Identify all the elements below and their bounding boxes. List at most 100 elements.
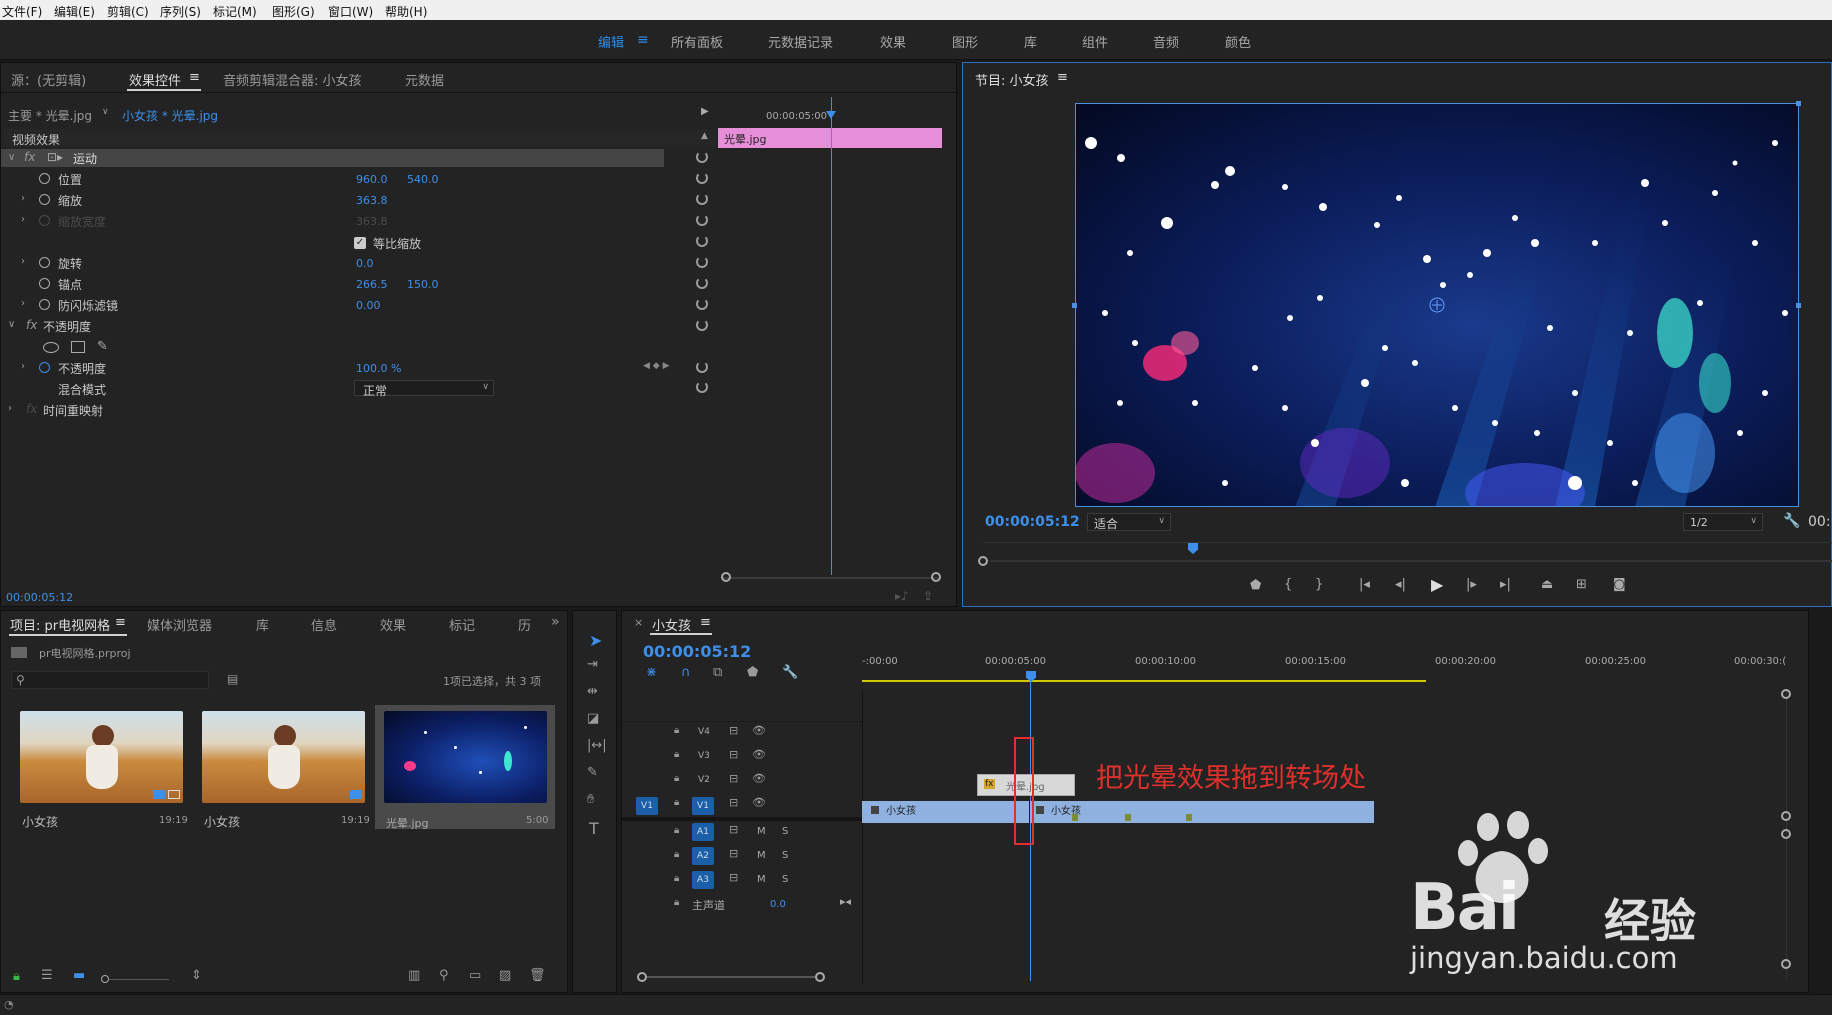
track-label-a3[interactable]: A3: [692, 871, 714, 889]
lock-icon[interactable]: 🔒︎: [13, 969, 20, 984]
new-bin-icon[interactable]: ▤: [227, 672, 238, 686]
razor-tool-icon[interactable]: ◪: [587, 711, 599, 726]
sync-lock-icon[interactable]: ⊟: [729, 871, 738, 884]
effect-controls-timecode[interactable]: 00:00:05:12: [6, 591, 73, 604]
new-item-icon[interactable]: ▨: [499, 968, 511, 983]
hamburger-icon[interactable]: ≡: [115, 615, 126, 630]
tab-effect-controls[interactable]: 效果控件: [129, 70, 181, 89]
workspace-graphics[interactable]: 图形: [952, 32, 978, 51]
lock-icon[interactable]: 🔒︎: [674, 773, 679, 784]
timeline-timecode[interactable]: 00:00:05:12: [643, 642, 751, 661]
fx-icon[interactable]: fx: [26, 318, 37, 332]
find-icon[interactable]: ⚲: [439, 968, 449, 983]
play-icon[interactable]: ▶: [1431, 575, 1443, 594]
reset-icon[interactable]: [696, 277, 708, 289]
frame-handle[interactable]: [1072, 303, 1077, 308]
lock-icon[interactable]: 🔒︎: [674, 797, 679, 808]
tab-source[interactable]: 源：(无剪辑): [11, 70, 86, 89]
menu-graphics[interactable]: 图形(G): [272, 3, 315, 20]
mute-button[interactable]: M: [757, 826, 766, 837]
snap-icon[interactable]: ∩: [681, 665, 691, 680]
track-label-v1[interactable]: V1: [692, 797, 714, 815]
go-to-end-icon[interactable]: ▸◂: [840, 895, 851, 908]
hamburger-icon[interactable]: ≡: [700, 615, 711, 630]
clip-label[interactable]: 小女孩 * 光晕.jpg: [122, 107, 218, 124]
reset-icon[interactable]: [696, 172, 708, 184]
blend-mode-select[interactable]: 正常 ∨: [354, 380, 494, 398]
workspace-effects[interactable]: 效果: [880, 32, 906, 51]
step-back-icon[interactable]: ◂|: [1395, 577, 1406, 592]
workspace-color[interactable]: 颜色: [1225, 32, 1251, 51]
thumbnail-girl-2[interactable]: [202, 711, 365, 803]
close-icon[interactable]: ×: [634, 616, 643, 629]
lock-icon[interactable]: 🔒︎: [674, 825, 679, 836]
search-input[interactable]: ⚲: [11, 671, 209, 689]
automate-icon[interactable]: ▥: [408, 968, 420, 983]
workspace-all-panels[interactable]: 所有面板: [671, 32, 723, 51]
solo-button[interactable]: S: [782, 826, 788, 837]
menu-clip[interactable]: 剪辑(C): [107, 3, 149, 20]
h-scroll-handle-left[interactable]: [637, 972, 647, 982]
list-view-icon[interactable]: ☰: [41, 968, 53, 983]
tab-media-browser[interactable]: 媒体浏览器: [147, 615, 212, 634]
tab-history[interactable]: 历: [518, 615, 531, 634]
stopwatch-icon[interactable]: [39, 299, 50, 310]
tab-markers[interactable]: 标记: [449, 615, 475, 634]
wrench-icon[interactable]: 🔧: [1783, 513, 1800, 529]
eye-icon[interactable]: 👁︎: [752, 748, 766, 761]
workspace-metadata[interactable]: 元数据记录: [768, 32, 833, 51]
reset-icon[interactable]: [696, 381, 708, 393]
h-scroll-handle-right[interactable]: [815, 972, 825, 982]
insert-nest-icon[interactable]: ⋇: [646, 665, 657, 680]
icon-view-icon[interactable]: ▬: [73, 968, 85, 983]
reset-icon[interactable]: [696, 193, 708, 205]
track-label-a1[interactable]: A1: [692, 823, 714, 841]
eye-icon[interactable]: 👁︎: [752, 796, 766, 809]
trash-icon[interactable]: 🗑︎: [529, 968, 546, 983]
hamburger-icon[interactable]: ≡: [637, 32, 649, 48]
menu-help[interactable]: 帮助(H): [385, 3, 427, 20]
stopwatch-icon[interactable]: [39, 173, 50, 184]
track-label-a2[interactable]: A2: [692, 847, 714, 865]
stopwatch-active-icon[interactable]: [39, 362, 50, 373]
menu-sequence[interactable]: 序列(S): [160, 3, 201, 20]
selection-tool-icon[interactable]: ➤: [589, 631, 602, 650]
transform-icon[interactable]: ⊡▸: [47, 150, 63, 164]
item-name[interactable]: 小女孩: [22, 813, 58, 830]
solo-button[interactable]: S: [782, 850, 788, 861]
resolution-select[interactable]: 1/2 ∨: [1683, 513, 1763, 531]
stopwatch-icon[interactable]: [39, 257, 50, 268]
thumbnail-glow[interactable]: [384, 711, 547, 803]
rectangle-mask-icon[interactable]: [71, 341, 85, 353]
hamburger-icon[interactable]: ≡: [1057, 70, 1068, 85]
extract-icon[interactable]: ⊞: [1576, 577, 1587, 592]
scroll-handle-left[interactable]: [721, 572, 731, 582]
frame-handle[interactable]: [1796, 101, 1801, 106]
thumbnail-girl-1[interactable]: [20, 711, 183, 803]
menu-file[interactable]: 文件(F): [2, 3, 42, 20]
program-monitor-title[interactable]: 节目: 小女孩: [975, 70, 1049, 89]
mute-button[interactable]: M: [757, 874, 766, 885]
new-bin-icon[interactable]: ▭: [469, 968, 481, 983]
workspace-audio[interactable]: 音频: [1153, 32, 1179, 51]
add-marker-icon[interactable]: ⬟: [747, 665, 758, 680]
flicker-value[interactable]: 0.00: [356, 299, 381, 312]
more-tabs-icon[interactable]: »: [551, 614, 560, 630]
lock-icon[interactable]: 🔒︎: [674, 725, 679, 736]
sync-lock-icon[interactable]: ⊟: [729, 823, 738, 836]
anchor-y-value[interactable]: 150.0: [407, 278, 439, 291]
slip-tool-icon[interactable]: |↔|: [587, 738, 607, 753]
sync-lock-icon[interactable]: ⊟: [729, 724, 738, 737]
fit-select[interactable]: 适合 ∨: [1087, 513, 1171, 531]
master-clip-label[interactable]: 主要 * 光晕.jpg: [8, 107, 92, 124]
tab-audio-mixer[interactable]: 音频剪辑混合器: 小女孩: [223, 70, 362, 89]
tab-effects[interactable]: 效果: [380, 615, 406, 634]
menu-window[interactable]: 窗口(W): [328, 3, 373, 20]
lock-icon[interactable]: 🔒︎: [674, 873, 679, 884]
clip-v1-girl-b[interactable]: 小女孩: [1030, 801, 1374, 823]
item-name[interactable]: 小女孩: [204, 813, 240, 830]
rotation-value[interactable]: 0.0: [356, 257, 374, 270]
menu-edit[interactable]: 编辑(E): [54, 3, 95, 20]
track-select-tool-icon[interactable]: ⇥: [587, 657, 598, 672]
clip-v1-girl-a[interactable]: 小女孩: [862, 801, 1029, 823]
